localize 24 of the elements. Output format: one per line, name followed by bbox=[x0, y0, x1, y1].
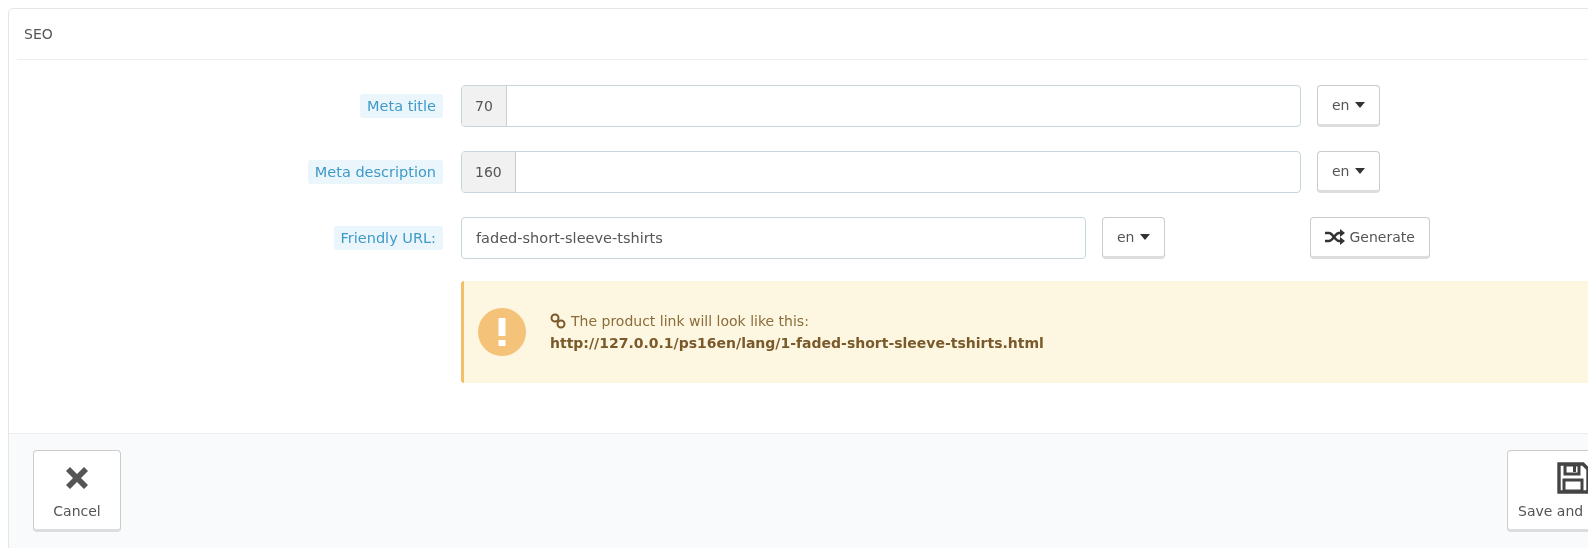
field-label: Meta title bbox=[360, 94, 443, 118]
text-field[interactable]: 160 bbox=[461, 151, 1301, 193]
save-icon bbox=[1556, 461, 1588, 495]
language-dropdown[interactable]: en bbox=[1317, 151, 1380, 193]
generate-button[interactable]: Generate bbox=[1309, 217, 1430, 259]
shuffle-icon bbox=[1324, 229, 1345, 245]
language-dropdown[interactable]: en bbox=[1102, 217, 1165, 259]
text-field[interactable]: 70 bbox=[461, 85, 1301, 127]
character-counter: 70 bbox=[462, 86, 507, 126]
notice-text: The product link will look like this: bbox=[571, 313, 809, 329]
url-field[interactable]: faded-short-sleeve-tshirts bbox=[461, 217, 1086, 259]
field-label: Friendly URL: bbox=[333, 226, 443, 250]
link-icon bbox=[550, 313, 566, 329]
caret-icon bbox=[1354, 102, 1365, 108]
warning-icon bbox=[478, 308, 526, 356]
url-text: http://127.0.0.1/ps16en/lang/1-faded-short-sleeve-tshirts.html bbox=[550, 335, 1044, 351]
panel-title: SEO bbox=[24, 26, 53, 42]
field-label: Meta description bbox=[307, 160, 443, 184]
caret-icon bbox=[1139, 234, 1150, 240]
character-counter: 160 bbox=[462, 152, 516, 192]
caret-icon bbox=[1354, 168, 1365, 174]
cancel-button[interactable]: Cancel bbox=[33, 450, 121, 532]
language-dropdown[interactable]: en bbox=[1317, 85, 1380, 127]
save-button[interactable]: Save and bbox=[1507, 450, 1588, 532]
